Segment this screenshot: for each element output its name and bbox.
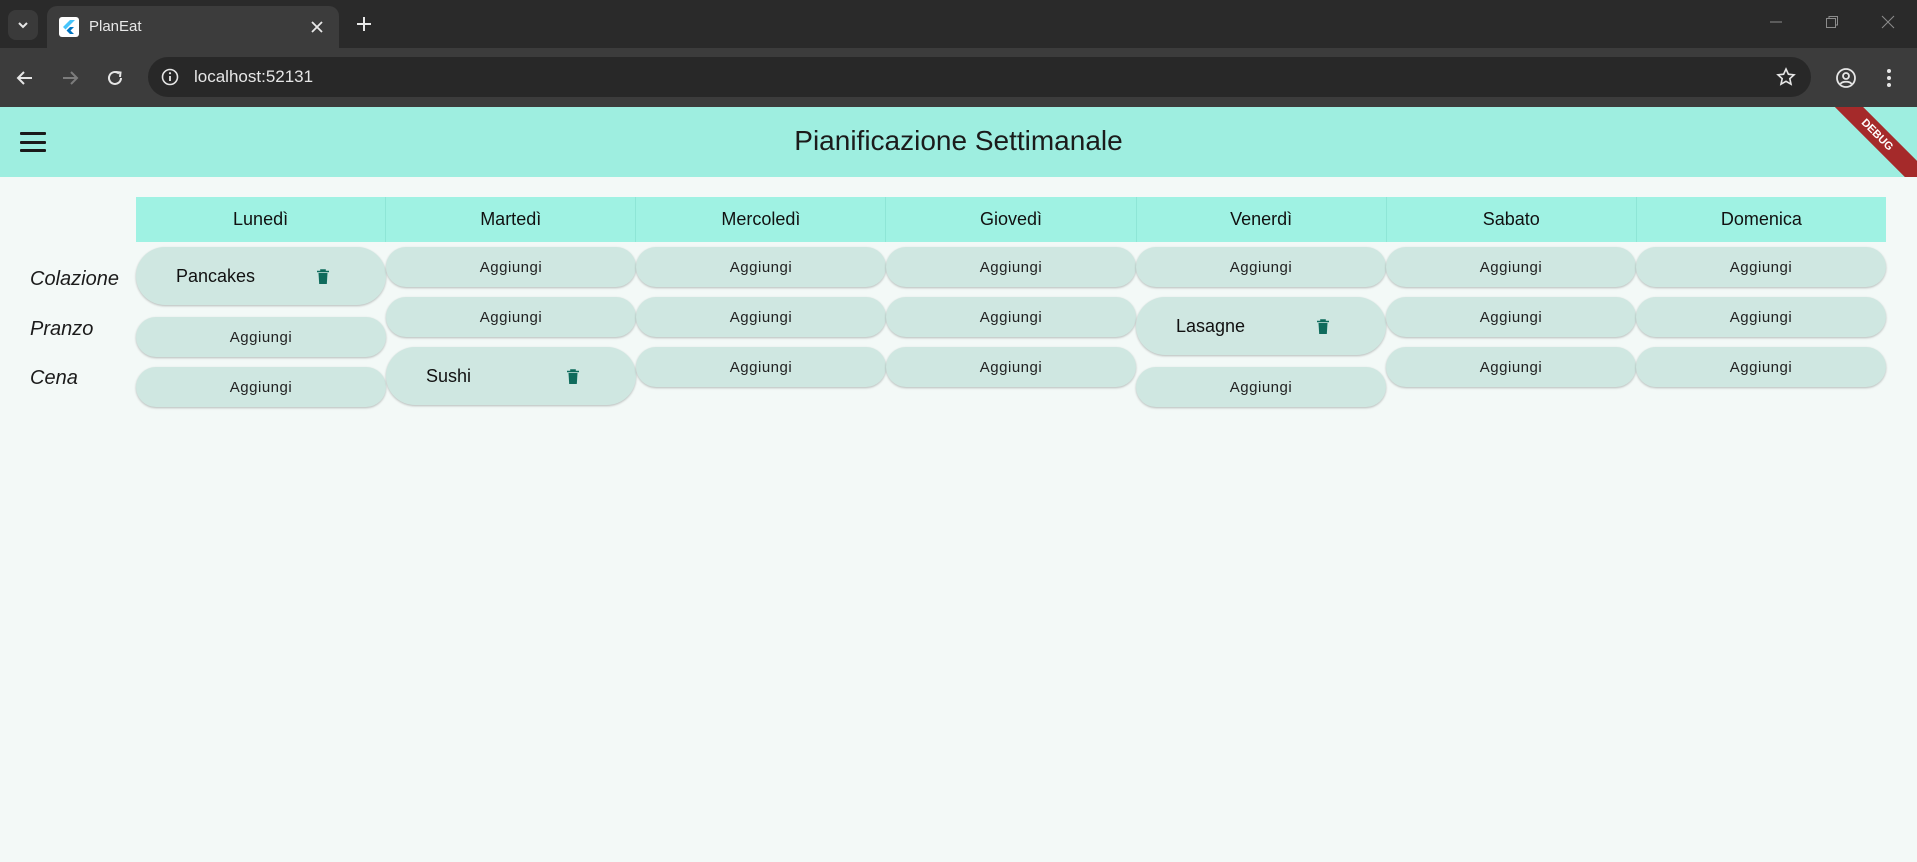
add-button-friday-breakfast[interactable]: Aggiungi — [1136, 247, 1386, 287]
meal-name: Sushi — [426, 365, 472, 386]
close-tab-icon[interactable] — [305, 15, 329, 39]
profile-icon — [1836, 68, 1856, 88]
restore-icon — [1826, 16, 1838, 28]
add-button-monday-dinner[interactable]: Aggiungi — [136, 367, 386, 407]
close-window-button[interactable] — [1868, 8, 1908, 36]
add-button-thursday-lunch[interactable]: Aggiungi — [886, 297, 1136, 337]
meal-cell-tuesday-dinner[interactable]: Sushi — [386, 347, 636, 405]
add-button-thursday-dinner[interactable]: Aggiungi — [886, 347, 1136, 387]
day-header-wednesday: Mercoledì — [636, 197, 887, 242]
add-button-sunday-breakfast[interactable]: Aggiungi — [1636, 247, 1886, 287]
profile-button[interactable] — [1831, 63, 1861, 93]
add-button-saturday-dinner[interactable]: Aggiungi — [1386, 347, 1636, 387]
flutter-icon — [59, 17, 79, 37]
reload-icon — [108, 70, 122, 85]
day-header-thursday: Giovedì — [886, 197, 1137, 242]
restore-button[interactable] — [1812, 8, 1852, 36]
tab-list-button[interactable] — [8, 10, 38, 40]
chevron-down-icon — [18, 22, 28, 29]
browser-menu-button[interactable] — [1874, 63, 1904, 93]
add-button-tuesday-lunch[interactable]: Aggiungi — [386, 297, 636, 337]
minimize-button[interactable] — [1756, 8, 1796, 36]
browser-tab[interactable]: PlanEat — [47, 6, 339, 48]
meal-label-breakfast: Colazione — [30, 268, 119, 290]
meal-label-dinner: Cena — [30, 367, 78, 389]
meal-name: Lasagne — [1176, 315, 1246, 336]
meal-cell-monday-breakfast[interactable]: Pancakes — [136, 247, 386, 305]
address-bar[interactable]: localhost:52131 — [148, 57, 1811, 97]
add-button-friday-dinner[interactable]: Aggiungi — [1136, 367, 1386, 407]
app-bar: Pianificazione Settimanale DEBUG — [0, 107, 1917, 177]
add-button-wednesday-dinner[interactable]: Aggiungi — [636, 347, 886, 387]
add-button-tuesday-breakfast[interactable]: Aggiungi — [386, 247, 636, 287]
forward-button[interactable] — [55, 63, 85, 93]
tab-title: PlanEat — [89, 18, 142, 35]
add-button-saturday-lunch[interactable]: Aggiungi — [1386, 297, 1636, 337]
delete-icon[interactable] — [1316, 319, 1330, 335]
arrow-right-icon — [63, 71, 79, 85]
add-button-wednesday-breakfast[interactable]: Aggiungi — [636, 247, 886, 287]
delete-icon[interactable] — [566, 369, 580, 385]
reload-button[interactable] — [100, 63, 130, 93]
more-vert-icon — [1887, 69, 1891, 87]
delete-icon[interactable] — [316, 269, 330, 285]
browser-toolbar: localhost:52131 — [0, 48, 1917, 107]
day-header-sunday: Domenica — [1720, 209, 1802, 229]
add-button-thursday-breakfast[interactable]: Aggiungi — [886, 247, 1136, 287]
day-header-tuesday: Martedì — [386, 197, 637, 242]
site-info-icon[interactable] — [160, 67, 180, 87]
minimize-icon — [1770, 21, 1782, 23]
add-button-saturday-breakfast[interactable]: Aggiungi — [1386, 247, 1636, 287]
back-button[interactable] — [10, 63, 40, 93]
add-button-sunday-dinner[interactable]: Aggiungi — [1636, 347, 1886, 387]
new-tab-button[interactable] — [350, 10, 378, 38]
day-header-monday: Lunedì — [136, 197, 387, 242]
day-header-friday: Venerdì — [1137, 197, 1387, 242]
add-button-wednesday-lunch[interactable]: Aggiungi — [636, 297, 886, 337]
add-button-monday-lunch[interactable]: Aggiungi — [136, 317, 386, 357]
browser-tabstrip: PlanEat — [0, 0, 1917, 48]
close-icon — [1881, 15, 1895, 29]
meal-cell-friday-lunch[interactable]: Lasagne — [1136, 297, 1386, 355]
page-title: Pianificazione Settimanale — [794, 125, 1123, 156]
days-header: Lunedì Martedì Mercoledì Giovedì Venerdì… — [136, 197, 1886, 242]
bookmark-star-icon[interactable] — [1775, 66, 1797, 88]
plus-icon — [357, 17, 371, 31]
day-header-saturday: Sabato — [1387, 197, 1637, 242]
meal-label-lunch: Pranzo — [30, 318, 94, 340]
arrow-left-icon — [16, 71, 32, 85]
meal-name: Pancakes — [176, 265, 256, 286]
add-button-sunday-lunch[interactable]: Aggiungi — [1636, 297, 1886, 337]
url-text: localhost:52131 — [194, 67, 314, 86]
